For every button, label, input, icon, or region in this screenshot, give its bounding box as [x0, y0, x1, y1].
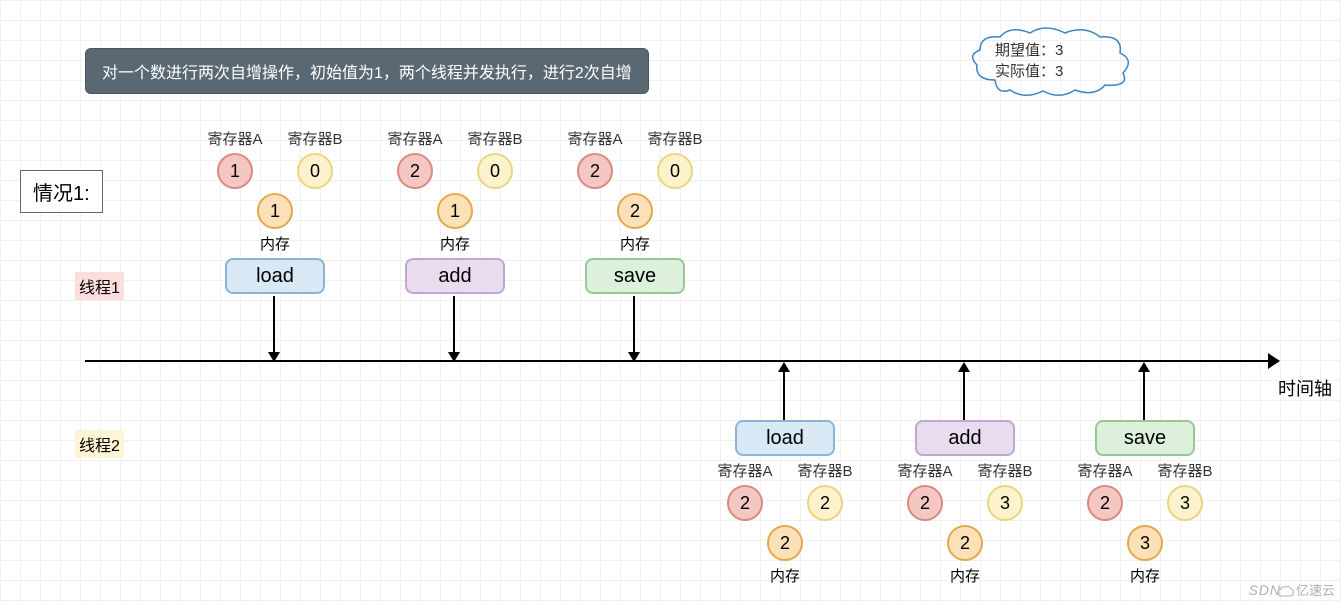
watermark-brand: 亿速云: [1278, 580, 1335, 599]
result-cloud-text: 期望值：3 实际值：3: [995, 40, 1063, 82]
register-a-value: 2: [577, 153, 613, 189]
operation-add: add: [915, 420, 1015, 456]
register-b-label: 寄存器B: [645, 128, 705, 149]
register-a-value: 2: [907, 485, 943, 521]
memory-value: 2: [617, 193, 653, 229]
memory-value: 3: [1127, 525, 1163, 561]
operation-save: save: [1095, 420, 1195, 456]
register-b-label: 寄存器B: [1155, 460, 1215, 481]
register-b-value: 3: [1167, 485, 1203, 521]
description-box: 对一个数进行两次自增操作，初始值为1，两个线程并发执行，进行2次自增: [85, 48, 649, 94]
memory-label: 内存: [605, 233, 665, 254]
timeline-arrow: [1268, 353, 1280, 369]
memory-label: 内存: [755, 565, 815, 586]
case-label: 情况1:: [20, 170, 103, 213]
arrow-down-icon: [633, 296, 635, 360]
timeline-label: 时间轴: [1278, 375, 1332, 401]
thread2-label: 线程2: [75, 430, 124, 458]
register-a-value: 2: [1087, 485, 1123, 521]
memory-value: 1: [437, 193, 473, 229]
register-b-label: 寄存器B: [285, 128, 345, 149]
register-a-label: 寄存器A: [895, 460, 955, 481]
operation-load: load: [225, 258, 325, 294]
thread1-label: 线程1: [75, 272, 124, 300]
operation-save: save: [585, 258, 685, 294]
memory-label: 内存: [425, 233, 485, 254]
register-b-value: 3: [987, 485, 1023, 521]
memory-label: 内存: [245, 233, 305, 254]
register-a-label: 寄存器A: [385, 128, 445, 149]
register-a-value: 1: [217, 153, 253, 189]
operation-add: add: [405, 258, 505, 294]
register-a-label: 寄存器A: [565, 128, 625, 149]
memory-value: 1: [257, 193, 293, 229]
register-b-label: 寄存器B: [465, 128, 525, 149]
register-b-label: 寄存器B: [795, 460, 855, 481]
memory-label: 内存: [935, 565, 995, 586]
watermark-sdn: SDN: [1248, 582, 1281, 598]
memory-value: 2: [947, 525, 983, 561]
arrow-up-icon: [963, 364, 965, 420]
register-b-value: 0: [297, 153, 333, 189]
register-b-value: 2: [807, 485, 843, 521]
arrow-up-icon: [783, 364, 785, 420]
register-a-label: 寄存器A: [205, 128, 265, 149]
register-a-label: 寄存器A: [1075, 460, 1135, 481]
arrow-down-icon: [273, 296, 275, 360]
register-a-value: 2: [727, 485, 763, 521]
arrow-down-icon: [453, 296, 455, 360]
register-a-value: 2: [397, 153, 433, 189]
memory-value: 2: [767, 525, 803, 561]
register-b-value: 0: [477, 153, 513, 189]
arrow-up-icon: [1143, 364, 1145, 420]
memory-label: 内存: [1115, 565, 1175, 586]
operation-load: load: [735, 420, 835, 456]
timeline-axis: [85, 360, 1270, 362]
register-b-value: 0: [657, 153, 693, 189]
register-a-label: 寄存器A: [715, 460, 775, 481]
register-b-label: 寄存器B: [975, 460, 1035, 481]
